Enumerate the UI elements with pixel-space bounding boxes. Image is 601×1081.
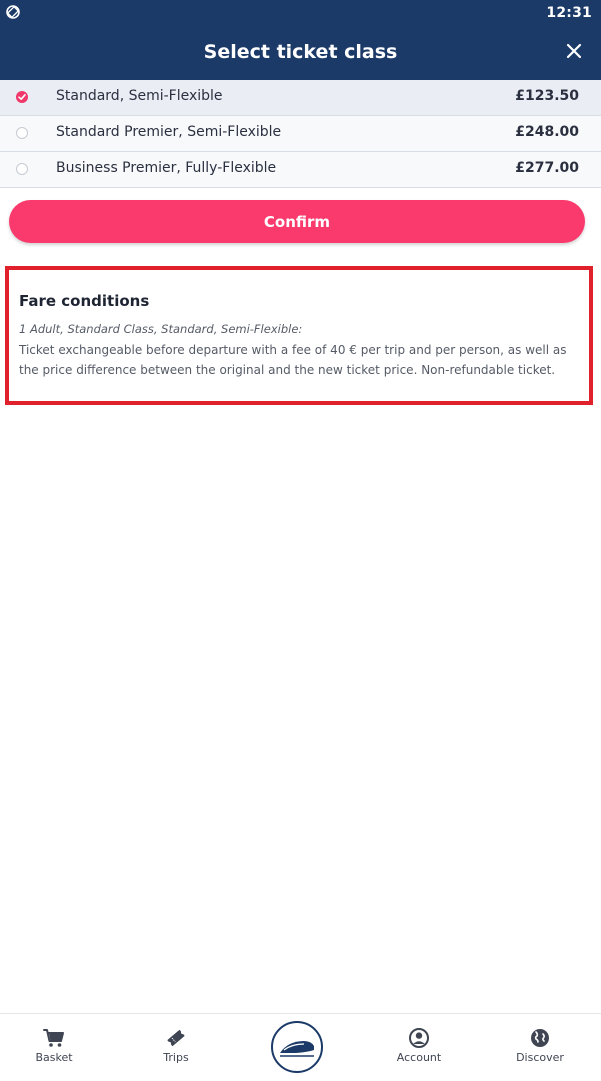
nav-label: Trips <box>163 1051 189 1064</box>
option-price: £248.00 <box>515 124 579 140</box>
check-circle-icon <box>16 91 28 103</box>
page-title: Select ticket class <box>203 41 398 63</box>
option-standard-semi-flexible[interactable]: Standard, Semi-Flexible £123.50 <box>0 80 601 116</box>
nav-discover[interactable]: Discover <box>490 1014 590 1081</box>
option-label: Business Premier, Fully-Flexible <box>56 160 277 176</box>
nav-label: Basket <box>35 1051 73 1064</box>
fare-conditions-title: Fare conditions <box>19 292 150 310</box>
nav-label: Account <box>396 1051 442 1064</box>
radio-unchecked-icon <box>16 127 28 139</box>
radio-unchecked-icon <box>16 163 28 175</box>
confirm-button[interactable]: Confirm <box>9 200 585 243</box>
nav-label: Discover <box>516 1051 564 1064</box>
fare-conditions-subtitle: 1 Adult, Standard Class, Standard, Semi-… <box>19 322 303 336</box>
option-business-premier-fully-flexible[interactable]: Business Premier, Fully-Flexible £277.00 <box>0 152 601 188</box>
option-label: Standard, Semi-Flexible <box>56 88 223 104</box>
nav-trips[interactable]: Trips <box>126 1014 226 1081</box>
status-time: 12:31 <box>546 5 592 21</box>
cart-icon <box>43 1027 65 1049</box>
globe-icon <box>529 1027 551 1049</box>
fare-conditions-panel: Fare conditions 1 Adult, Standard Class,… <box>5 266 593 405</box>
option-standard-premier-semi-flexible[interactable]: Standard Premier, Semi-Flexible £248.00 <box>0 116 601 152</box>
nav-account[interactable]: Account <box>369 1014 469 1081</box>
user-circle-icon <box>408 1027 430 1049</box>
option-price: £123.50 <box>515 88 579 104</box>
nav-basket[interactable]: Basket <box>4 1014 104 1081</box>
option-price: £277.00 <box>515 160 579 176</box>
train-logo-icon <box>278 1033 316 1065</box>
option-label: Standard Premier, Semi-Flexible <box>56 124 282 140</box>
ticket-icon <box>165 1027 187 1049</box>
ticket-class-list: Standard, Semi-Flexible £123.50 Standard… <box>0 80 601 188</box>
close-icon <box>566 43 582 63</box>
status-bar: 12:31 <box>0 0 601 28</box>
fare-conditions-body: Ticket exchangeable before departure wit… <box>19 343 567 377</box>
bottom-nav: Basket Trips Account Discover <box>0 1013 601 1081</box>
rotation-lock-icon <box>5 4 21 20</box>
close-button[interactable] <box>561 40 587 66</box>
header: Select ticket class <box>0 28 601 80</box>
home-button[interactable] <box>271 1021 323 1073</box>
